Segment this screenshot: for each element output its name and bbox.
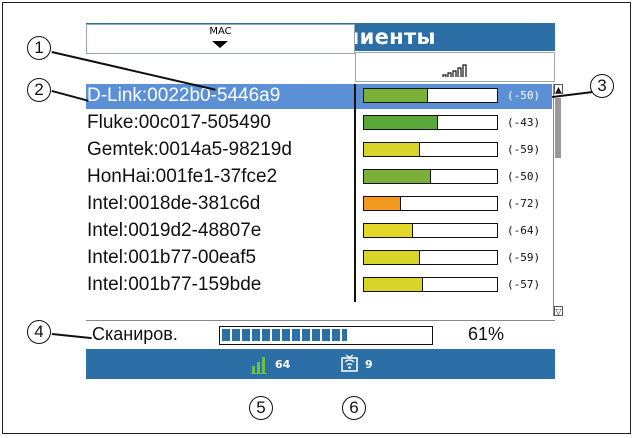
signal-bar bbox=[363, 277, 498, 292]
client-row[interactable]: HonHai:001fe1-37fce2 (-50) bbox=[86, 165, 552, 190]
signal-bar-fill bbox=[364, 251, 420, 264]
signal-bar-fill bbox=[364, 89, 428, 102]
scroll-down-button[interactable]: ▽ bbox=[554, 306, 563, 316]
signal-bar-fill bbox=[364, 224, 414, 237]
signal-dbm: (-72) bbox=[507, 197, 541, 210]
signal-count: 64 bbox=[275, 357, 291, 371]
client-mac: Intel:001b77-00eaf5 bbox=[87, 247, 257, 268]
signal-bar bbox=[363, 196, 498, 211]
signal-dbm: (-59) bbox=[507, 143, 541, 156]
client-mac: Intel:001b77-159bde bbox=[87, 274, 262, 295]
client-mac: Intel:0018de-381c6d bbox=[87, 193, 261, 214]
client-mac: Intel:0019d2-48807e bbox=[87, 220, 262, 241]
sort-arrow-icon bbox=[212, 41, 228, 48]
client-row[interactable]: Gemtek:0014a5-98219d (-59) bbox=[86, 138, 552, 163]
client-mac: Gemtek:0014a5-98219d bbox=[87, 139, 292, 160]
signal-strength-icon bbox=[442, 64, 467, 77]
bars-icon bbox=[251, 357, 267, 374]
client-mac: D-Link:0022b0-5446a9 bbox=[87, 85, 281, 106]
scroll-thumb[interactable] bbox=[555, 98, 561, 158]
mac-column-label: MAC bbox=[209, 26, 232, 37]
client-row[interactable]: Intel:0019d2-48807e (-64) bbox=[86, 219, 552, 244]
status-clients-count[interactable]: 9 bbox=[341, 354, 373, 374]
client-row[interactable]: Fluke:00c017-505490 (-43) bbox=[86, 111, 552, 136]
signal-bar bbox=[363, 142, 498, 157]
signal-bar bbox=[363, 250, 498, 265]
client-icon bbox=[341, 354, 358, 372]
signal-dbm: (-50) bbox=[507, 89, 541, 102]
signal-bar bbox=[363, 223, 498, 238]
callout-4: 4 bbox=[27, 320, 51, 344]
signal-bar-fill bbox=[364, 143, 420, 156]
column-header-signal[interactable] bbox=[355, 52, 555, 82]
signal-bar bbox=[363, 88, 498, 103]
callout-1: 1 bbox=[27, 36, 51, 60]
scan-label: Сканиров. bbox=[92, 324, 178, 344]
client-mac: HonHai:001fe1-37fce2 bbox=[87, 166, 278, 187]
column-divider bbox=[354, 84, 356, 302]
callout-3: 3 bbox=[590, 74, 614, 98]
status-bar: 64 9 bbox=[86, 349, 555, 379]
callout-5: 5 bbox=[249, 396, 273, 420]
signal-bar bbox=[363, 169, 498, 184]
scan-progress-fill bbox=[222, 329, 348, 341]
scan-progress-bar bbox=[219, 326, 433, 345]
clients-count: 9 bbox=[365, 357, 373, 371]
signal-bar-fill bbox=[364, 170, 431, 183]
signal-dbm: (-59) bbox=[507, 251, 541, 264]
client-row[interactable]: Intel:0018de-381c6d (-72) bbox=[86, 192, 552, 217]
scan-progress-row: Сканиров. 61% bbox=[86, 320, 555, 349]
signal-dbm: (-57) bbox=[507, 278, 541, 291]
client-mac: Fluke:00c017-505490 bbox=[87, 112, 271, 133]
device-screen: Тестовые клиенты MAC D-Link:0022b0-5446a… bbox=[86, 23, 563, 385]
signal-bar-fill bbox=[364, 116, 439, 129]
signal-bar-fill bbox=[364, 278, 423, 291]
client-row[interactable]: Intel:001b77-159bde (-57) bbox=[86, 273, 552, 298]
client-list: D-Link:0022b0-5446a9 (-50) Fluke:00c017-50… bbox=[86, 84, 555, 313]
signal-dbm: (-50) bbox=[507, 170, 541, 183]
client-row[interactable]: Intel:001b77-00eaf5 (-59) bbox=[86, 246, 552, 271]
scroll-up-button[interactable]: ▲ bbox=[554, 84, 563, 94]
signal-dbm: (-64) bbox=[507, 224, 541, 237]
scan-percent: 61% bbox=[468, 324, 505, 344]
signal-bar-fill bbox=[364, 197, 402, 210]
signal-bar bbox=[363, 115, 498, 130]
scrollbar[interactable]: ▲ ▽ bbox=[553, 84, 563, 316]
status-signal-count[interactable]: 64 bbox=[251, 354, 290, 374]
column-header-mac[interactable]: MAC bbox=[86, 24, 355, 54]
callout-6: 6 bbox=[342, 396, 366, 420]
callout-2: 2 bbox=[27, 78, 51, 102]
signal-dbm: (-43) bbox=[507, 116, 541, 129]
client-row[interactable]: D-Link:0022b0-5446a9 (-50) bbox=[86, 84, 552, 109]
